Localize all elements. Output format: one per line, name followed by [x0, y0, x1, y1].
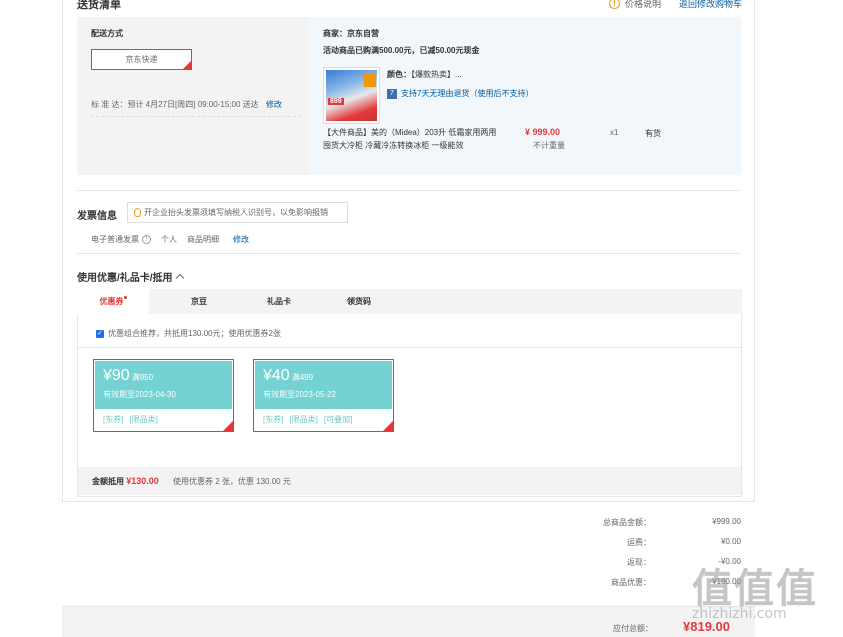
- coupon-amount: ¥40: [263, 367, 290, 384]
- deduct-amount: ¥130.00: [126, 476, 159, 486]
- product-price: ¥ 999.00: [525, 127, 561, 137]
- selected-corner-icon: [223, 421, 233, 431]
- invoice-type: 电子普通发票: [91, 235, 139, 244]
- coupon-tags: [东券] [限品类]: [103, 414, 158, 425]
- coupon-tag: [限品类]: [129, 415, 158, 424]
- coupon-list: ¥90 满950 有效期至2023-04-30 [东券] [限品类] ¥40 满49…: [78, 347, 741, 465]
- delivery-panel: 配送方式 京东快递 标 准 达：预计 4月27日[周四] 09:00-15:00…: [77, 17, 741, 175]
- return-policy-text: 支持7天无理由退货（使用后不支持）: [401, 89, 534, 98]
- coupon-expiry: 有效期至2023-04-30: [103, 390, 176, 399]
- order-items-section: 商家：京东自营 活动商品已购满500.00元，已减50.00元现金 899 颜色…: [309, 17, 741, 175]
- coupon-tags: [东券] [限品类] [可叠加]: [263, 414, 352, 425]
- tab-label: 京豆: [191, 297, 207, 306]
- combo-checkbox[interactable]: ✓: [96, 329, 104, 338]
- product-name-link[interactable]: 【大件商品】美的（Midea）203升 低霜家用两用囤货大冷柜 冷藏冷冻转换冰柜…: [323, 126, 503, 152]
- combo-note: 优惠组合推荐，共抵用130.00元；使用优惠券2张: [108, 329, 281, 338]
- tab-gift-card[interactable]: 礼品卡: [243, 289, 315, 314]
- deduct-summary-bar: 金额抵用 ¥130.00 使用优惠券 2 张，优惠 130.00 元: [78, 467, 741, 495]
- return-policy-icon: 7: [387, 88, 397, 99]
- coupon-tag: [可叠加]: [323, 415, 353, 424]
- color-label: 颜色：: [387, 70, 411, 79]
- coupon-amount: ¥90: [103, 367, 130, 384]
- tab-label: 优惠券: [99, 297, 124, 306]
- merchant-label: 商家：京东自营: [323, 29, 379, 38]
- coupon-card[interactable]: ¥90 满950 有效期至2023-04-30 [东券] [限品类]: [93, 359, 234, 432]
- section-divider: [77, 253, 741, 254]
- invoice-details-line: 电子普通发票 ! 个人 商品明细 修改: [91, 234, 249, 245]
- coupon-section-title: 使用优惠/礼品卡/抵用: [77, 273, 173, 284]
- summary-label: 商品优惠：: [611, 578, 651, 587]
- promo-note: 活动商品已购满500.00元，已减50.00元现金: [323, 46, 480, 55]
- section-title-delivery-list: 送货清单: [77, 0, 121, 11]
- tab-label: 礼品卡: [267, 297, 291, 306]
- section-divider: [77, 190, 741, 191]
- coupon-panel: ✓ 优惠组合推荐，共抵用130.00元；使用优惠券2张 ¥90 满950 有效期至…: [77, 314, 742, 497]
- deduct-label: 金额抵用: [92, 477, 124, 486]
- coupon-card[interactable]: ¥40 满499 有效期至2023-05-22 [东券] [限品类] [可叠加]: [253, 359, 394, 432]
- invoice-tip-text: 开企业抬头发票须填写纳税人识别号，以免影响报销: [144, 208, 328, 217]
- invoice-content: 商品明细: [187, 235, 219, 244]
- selected-corner-icon: [383, 421, 393, 431]
- return-policy-link[interactable]: 7 支持7天无理由退货（使用后不支持）: [387, 88, 533, 99]
- payable-label: 应付总额：: [613, 624, 653, 633]
- coupon-condition: 满499: [291, 373, 314, 382]
- invoice-modify-link[interactable]: 修改: [233, 234, 249, 245]
- product-thumbnail[interactable]: 899: [323, 67, 380, 124]
- info-icon: !: [609, 0, 620, 9]
- invoice-tip-box: 开企业抬头发票须填写纳税人识别号，以免影响报销: [127, 202, 348, 223]
- color-value: 【爆款热卖】...: [411, 70, 462, 79]
- payable-bar: 应付总额： ¥819.00: [62, 606, 755, 637]
- coupon-card-header: ¥90 满950 有效期至2023-04-30: [95, 361, 232, 409]
- tab-coupons[interactable]: 优惠券: [77, 289, 149, 315]
- selected-corner-icon: [183, 61, 191, 69]
- help-icon[interactable]: !: [142, 235, 151, 244]
- lightbulb-icon: [134, 208, 141, 217]
- tab-label: 领货码: [347, 297, 371, 306]
- standard-delivery-line: 标 准 达：预计 4月27日[周四] 09:00-15:00 送达 修改: [91, 99, 301, 117]
- coupon-tag: [东券]: [103, 415, 124, 424]
- delivery-method-section: 配送方式 京东快递 标 准 达：预计 4月27日[周四] 09:00-15:00…: [91, 28, 301, 117]
- summary-value: ¥0.00: [720, 537, 741, 546]
- coupon-expiry: 有效期至2023-05-22: [263, 390, 336, 399]
- combo-recommend-line[interactable]: ✓ 优惠组合推荐，共抵用130.00元；使用优惠券2张: [96, 328, 281, 339]
- product-color-line: 颜色：【爆款热卖】...: [387, 69, 462, 80]
- new-dot-icon: [123, 296, 127, 299]
- coupon-tab-bar: 优惠券 京豆 礼品卡 领货码: [77, 289, 742, 315]
- summary-value: ¥999.00: [712, 517, 741, 526]
- delivery-modify-link[interactable]: 修改: [266, 100, 282, 109]
- coupon-card-header: ¥40 满499 有效期至2023-05-22: [255, 361, 392, 409]
- product-stock-status: 有货: [645, 129, 661, 138]
- product-quantity: x1: [610, 128, 619, 137]
- express-option-button[interactable]: 京东快递: [91, 49, 192, 70]
- summary-value: -¥0.00: [718, 557, 741, 566]
- thumbnail-price-badge: 899: [328, 98, 344, 105]
- summary-label: 运费：: [627, 538, 651, 547]
- payable-total: ¥819.00: [683, 619, 730, 634]
- tab-redeem-code[interactable]: 领货码: [323, 289, 395, 314]
- standard-delivery-time: 预计 4月27日[周四] 09:00-15:00 送达: [127, 100, 259, 109]
- back-to-cart-link[interactable]: 返回修改购物车: [679, 0, 742, 10]
- invoice-title-type: 个人: [161, 235, 177, 244]
- summary-value: -¥180.00: [709, 577, 741, 586]
- coupon-tag: [东券]: [263, 415, 284, 424]
- delivery-method-label: 配送方式: [91, 29, 123, 38]
- express-option-label: 京东快递: [125, 55, 158, 64]
- price-note-link[interactable]: ! 价格说明: [609, 0, 661, 10]
- thumbnail-tag-icon: [364, 73, 376, 87]
- summary-label: 返现：: [627, 558, 651, 567]
- header-row: 送货清单 ! 价格说明 返回修改购物车: [77, 0, 742, 12]
- coupon-condition: 满950: [131, 373, 154, 382]
- chevron-up-icon: [175, 273, 184, 283]
- deduct-note: 使用优惠券 2 张，优惠 130.00 元: [173, 477, 291, 486]
- price-note-label: 价格说明: [625, 0, 662, 9]
- coupon-section-toggle[interactable]: 使用优惠/礼品卡/抵用: [77, 269, 184, 284]
- product-weight: 不计重量: [533, 141, 565, 150]
- coupon-tag: [限品类]: [289, 415, 318, 424]
- tab-jingdou[interactable]: 京豆: [163, 289, 235, 314]
- invoice-section-title: 发票信息: [77, 211, 117, 222]
- summary-label: 总商品金额：: [603, 518, 651, 527]
- standard-delivery-prefix: 标 准 达：: [91, 100, 128, 109]
